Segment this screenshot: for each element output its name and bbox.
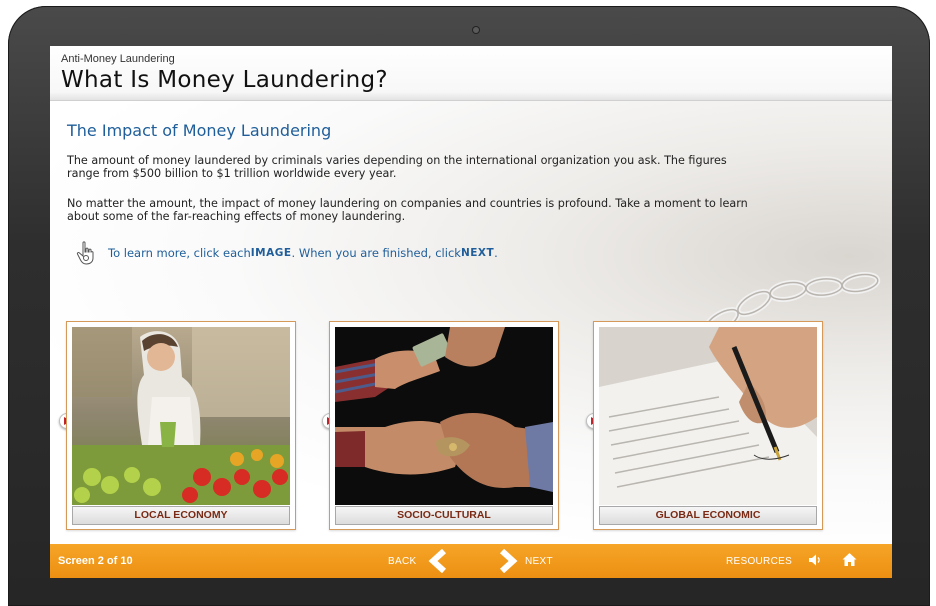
impact-paragraph: No matter the amount, the impact of mone… <box>67 197 748 223</box>
resources-button[interactable]: RESOURCES <box>726 556 792 567</box>
course-screen: Anti-Money Laundering What Is Money Laun… <box>50 46 892 578</box>
home-icon[interactable] <box>842 552 857 567</box>
back-button[interactable]: BACK <box>388 556 416 567</box>
back-chevron-icon[interactable] <box>427 549 451 573</box>
next-button[interactable]: NEXT <box>525 556 553 567</box>
course-title: Anti-Money Laundering <box>61 53 175 65</box>
instruction-keyword-image: IMAGE <box>250 247 292 259</box>
card-global-economic[interactable]: GLOBAL ECONOMIC <box>593 321 823 530</box>
section-title: The Impact of Money Laundering <box>67 121 332 140</box>
card-label[interactable]: SOCIO-CULTURAL <box>335 506 553 525</box>
card-label[interactable]: LOCAL ECONOMY <box>72 506 290 525</box>
document-signing-image[interactable] <box>599 327 817 505</box>
card-socio-cultural[interactable]: SOCIO-CULTURAL <box>329 321 559 530</box>
next-chevron-icon[interactable] <box>495 549 519 573</box>
camera-icon <box>473 27 479 33</box>
instruction-text-1: To learn more, click each <box>108 246 251 260</box>
pointer-hand-icon <box>76 241 94 265</box>
market-shopper-image[interactable] <box>72 327 290 505</box>
card-label[interactable]: GLOBAL ECONOMIC <box>599 506 817 525</box>
instruction-text-2: . When you are finished, click <box>291 246 461 260</box>
intro-paragraph: The amount of money laundered by crimina… <box>67 154 727 180</box>
instruction-text-3: . <box>494 246 498 260</box>
content-area: The Impact of Money Laundering The amoun… <box>50 101 892 544</box>
instruction: To learn more, click each IMAGE. When yo… <box>76 241 498 265</box>
navigation-bar: Screen 2 of 10 BACK NEXT RESOURCES <box>50 544 892 578</box>
money-exchange-image[interactable] <box>335 327 553 505</box>
speaker-icon[interactable] <box>808 553 822 567</box>
page-header: Anti-Money Laundering What Is Money Laun… <box>50 46 892 101</box>
card-local-economy[interactable]: LOCAL ECONOMY <box>66 321 296 530</box>
screen-counter: Screen 2 of 10 <box>58 555 133 567</box>
page-title: What Is Money Laundering? <box>61 67 388 93</box>
instruction-keyword-next: NEXT <box>460 247 495 259</box>
